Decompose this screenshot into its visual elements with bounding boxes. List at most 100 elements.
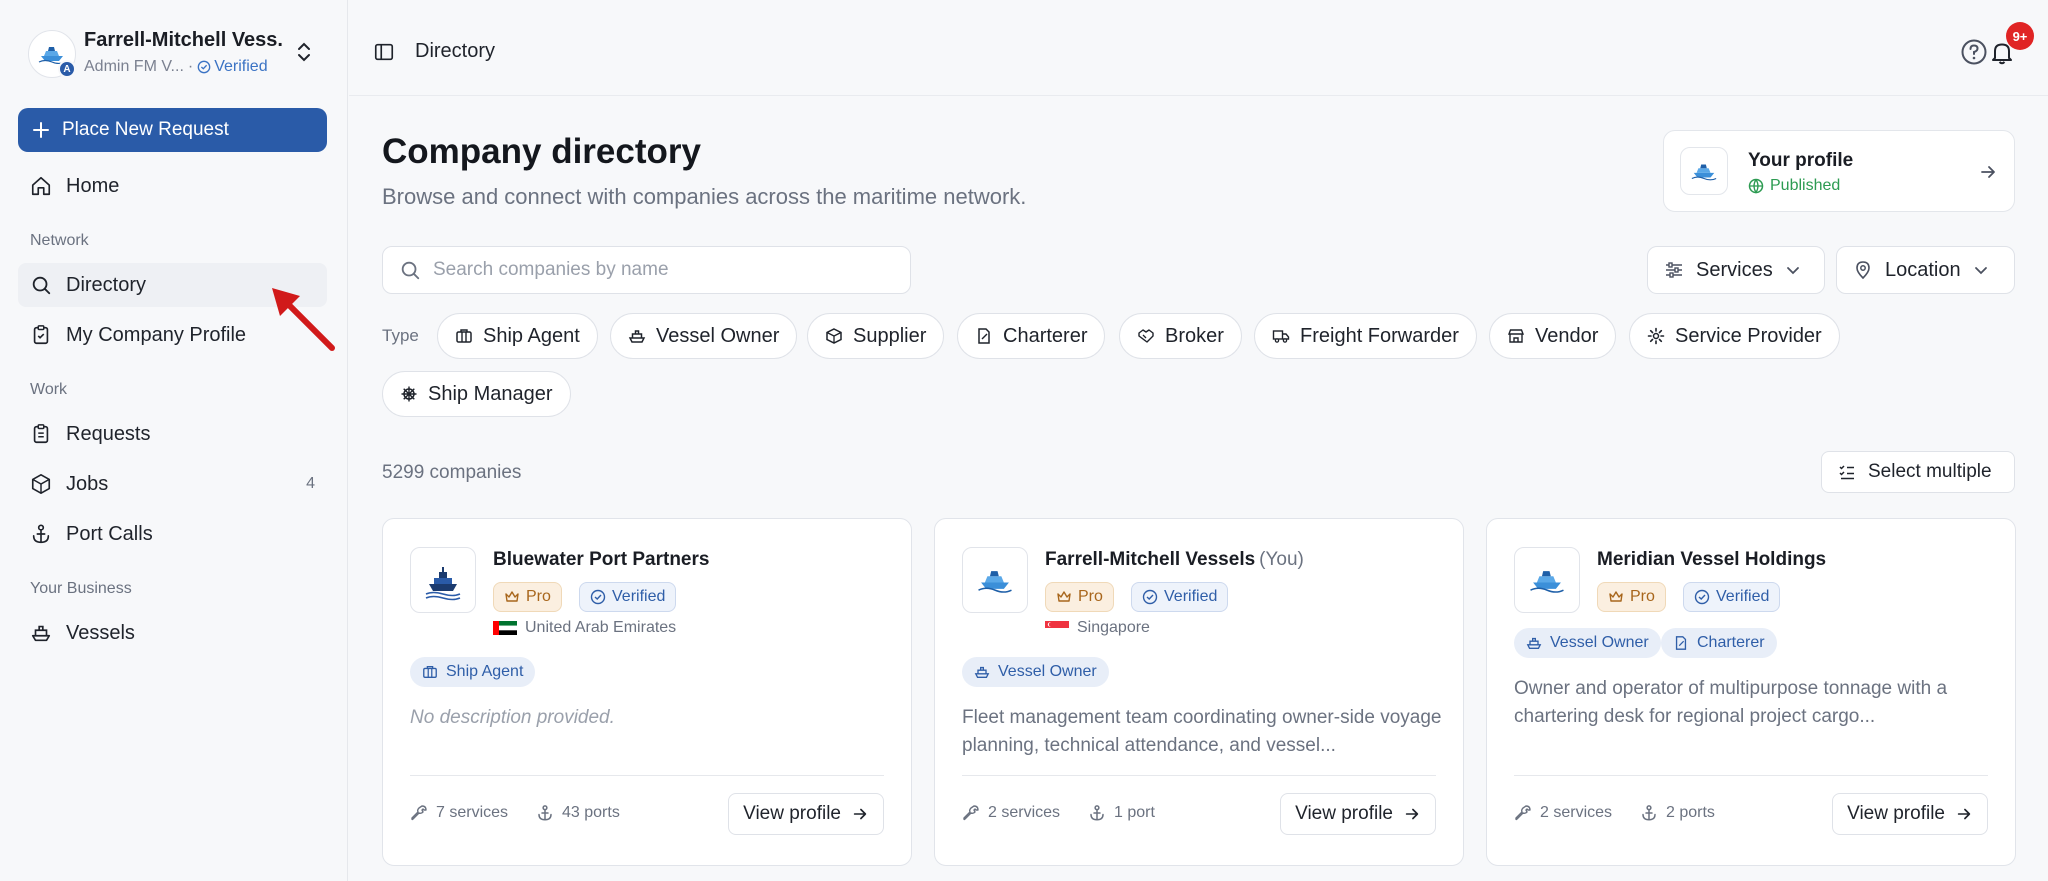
ports-stat: 43 ports xyxy=(536,804,620,822)
place-new-request-button[interactable]: Place New Request xyxy=(18,108,327,152)
type-chip-vessel-owner[interactable]: Vessel Owner xyxy=(610,313,798,359)
view-profile-button[interactable]: View profile xyxy=(1280,793,1436,835)
profile-logo xyxy=(1680,147,1728,195)
search-input[interactable] xyxy=(433,259,893,281)
company-logo xyxy=(410,547,476,613)
sidebar-item-home[interactable]: Home xyxy=(18,164,327,208)
org-role-badge: A xyxy=(58,60,76,78)
section-label-work: Work xyxy=(30,381,68,398)
ports-count: 2 ports xyxy=(1666,804,1715,821)
page-title: Company directory xyxy=(382,132,701,171)
org-switcher-icon[interactable] xyxy=(294,40,314,64)
type-chip-supplier[interactable]: Supplier xyxy=(807,313,945,359)
location-label: Location xyxy=(1885,258,1961,281)
verified-badge: Verified xyxy=(1131,582,1229,612)
select-multiple-label: Select multiple xyxy=(1868,461,1992,482)
sidebar-item-jobs[interactable]: Jobs 4 xyxy=(18,462,327,506)
map-pin-icon xyxy=(1856,261,1870,280)
org-verified-label: Verified xyxy=(214,58,268,75)
company-card[interactable]: Bluewater Port Partners Pro Verified Uni… xyxy=(382,518,912,866)
truck-icon xyxy=(1272,330,1290,343)
anchor-icon xyxy=(1642,805,1656,821)
type-chip-ship-agent[interactable]: Ship Agent xyxy=(437,313,598,359)
verified-label: Verified xyxy=(1716,588,1770,605)
country-name: United Arab Emirates xyxy=(525,619,677,636)
sidebar-toggle-icon[interactable] xyxy=(373,41,395,63)
verified-label: Verified xyxy=(1164,588,1218,605)
services-count: 7 services xyxy=(436,804,509,821)
view-profile-button[interactable]: View profile xyxy=(1832,793,1988,835)
ship-logo-icon xyxy=(1691,164,1717,181)
chevron-down-icon xyxy=(1786,267,1799,275)
country-name: Singapore xyxy=(1077,619,1150,636)
type-chip-ship-manager[interactable]: Ship Manager xyxy=(382,371,571,417)
select-multiple-button[interactable]: Select multiple xyxy=(1821,451,2015,493)
verified-badge: Verified xyxy=(579,582,677,612)
file-signature-icon xyxy=(978,328,990,344)
sidebar-item-label: Requests xyxy=(66,422,151,445)
sidebar-item-label: Jobs xyxy=(66,472,109,495)
card-divider xyxy=(410,775,884,776)
anchor-icon xyxy=(538,805,552,821)
type-chip-charterer[interactable]: Charterer xyxy=(957,313,1106,359)
services-stat: 2 services xyxy=(1514,804,1612,822)
sidebar-item-vessels[interactable]: Vessels xyxy=(18,611,327,655)
chip-label: Ship Manager xyxy=(428,382,553,405)
type-chip-service-provider[interactable]: Service Provider xyxy=(1629,313,1840,359)
chip-label: Freight Forwarder xyxy=(1300,324,1459,347)
sidebar-item-requests[interactable]: Requests xyxy=(18,412,327,456)
section-label-network: Network xyxy=(30,232,89,249)
services-dropdown[interactable]: Services xyxy=(1647,246,1825,294)
sidebar-item-label: Directory xyxy=(66,273,147,296)
company-card[interactable]: Meridian Vessel Holdings Pro Verified Ve… xyxy=(1486,518,2016,866)
type-filter-label: Type xyxy=(382,326,419,345)
services-count: 2 services xyxy=(988,804,1061,821)
company-name-text: Meridian Vessel Holdings xyxy=(1597,549,1827,570)
type-pill-charterer: Charterer xyxy=(1661,628,1777,658)
org-separator: · xyxy=(187,58,194,75)
pro-label: Pro xyxy=(526,588,551,605)
type-chip-freight-forwarder[interactable]: Freight Forwarder xyxy=(1254,313,1477,359)
your-profile-card[interactable]: Your profile Published xyxy=(1663,130,2015,212)
ship-icon xyxy=(31,625,51,642)
org-name[interactable]: Farrell-Mitchell Vess... xyxy=(84,29,284,52)
type-chip-broker[interactable]: Broker xyxy=(1119,313,1242,359)
jobs-count: 4 xyxy=(306,475,315,492)
view-profile-label: View profile xyxy=(743,803,841,824)
type-chip-vendor[interactable]: Vendor xyxy=(1489,313,1617,359)
search-icon xyxy=(401,261,420,280)
arrow-right-icon xyxy=(1978,162,1998,182)
company-card[interactable]: Farrell-Mitchell Vessels (You) Pro Verifi… xyxy=(934,518,1464,866)
annotation-arrow-icon xyxy=(272,288,335,351)
profile-status: Published xyxy=(1748,177,1840,195)
anchor-icon xyxy=(32,524,50,544)
company-name: Farrell-Mitchell Vessels (You) xyxy=(1045,549,1304,571)
clipboard-check-icon xyxy=(33,325,49,345)
card-divider xyxy=(1514,775,1988,776)
help-icon[interactable] xyxy=(1960,38,1988,66)
ports-count: 43 ports xyxy=(562,804,620,821)
services-stat: 7 services xyxy=(410,804,508,822)
company-name-text: Bluewater Port Partners xyxy=(493,549,710,570)
handshake-icon xyxy=(1138,329,1154,343)
clipboard-list-icon xyxy=(33,424,49,444)
company-name: Bluewater Port Partners xyxy=(493,549,713,571)
singapore-flag-icon xyxy=(1045,621,1069,635)
sidebar: A Farrell-Mitchell Vess... Admin FM V...… xyxy=(0,0,348,881)
type-pill-label: Vessel Owner xyxy=(1550,634,1649,651)
chip-label: Service Provider xyxy=(1675,324,1822,347)
sidebar-item-port-calls[interactable]: Port Calls xyxy=(18,512,327,556)
chip-label: Charterer xyxy=(1003,324,1088,347)
services-stat: 2 services xyxy=(962,804,1060,822)
pro-label: Pro xyxy=(1630,588,1655,605)
company-description: Owner and operator of multipurpose tonna… xyxy=(1514,678,1948,727)
chip-label: Broker xyxy=(1165,324,1224,347)
chip-label: Supplier xyxy=(853,324,927,347)
location-dropdown[interactable]: Location xyxy=(1836,246,2015,294)
anchor-icon xyxy=(1090,805,1104,821)
pro-badge: Pro xyxy=(1597,582,1666,612)
search-box[interactable] xyxy=(382,246,911,294)
view-profile-button[interactable]: View profile xyxy=(728,793,884,835)
store-icon xyxy=(1507,329,1525,343)
chip-label: Vendor xyxy=(1535,324,1599,347)
